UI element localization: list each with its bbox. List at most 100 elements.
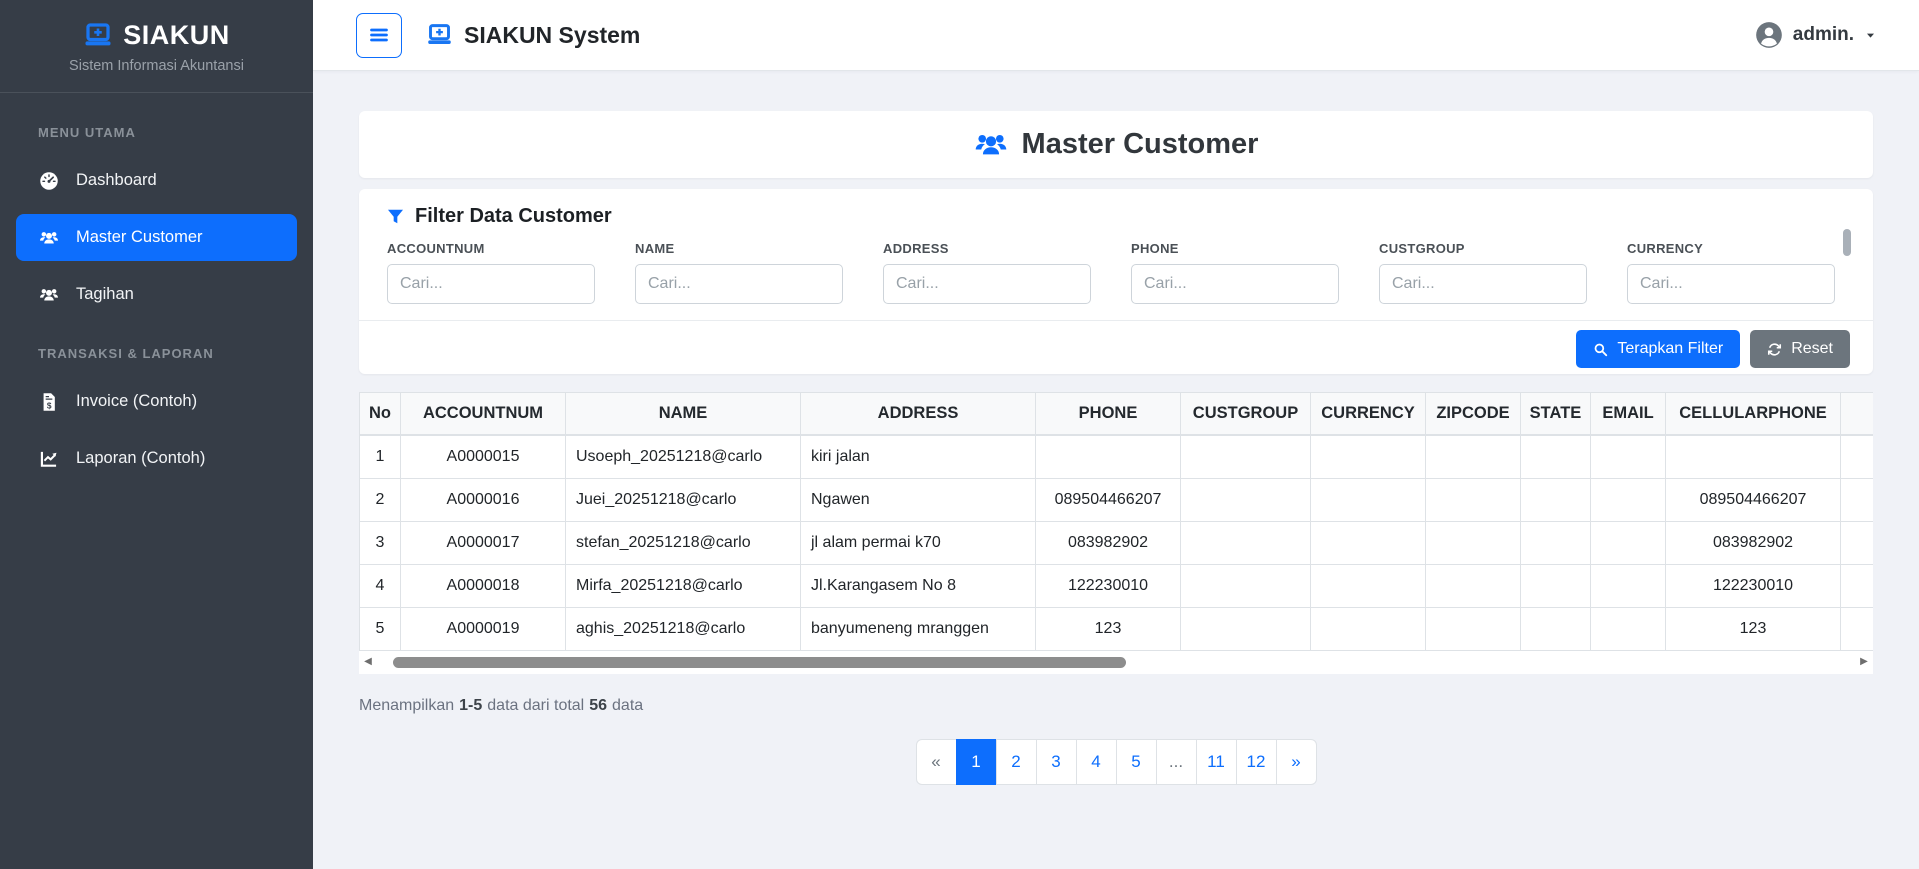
scroll-right-arrow-icon[interactable]: ▶ [1857, 656, 1871, 668]
filter-field-label: PHONE [1131, 241, 1339, 256]
sidebar-item-laporan-contoh[interactable]: Laporan (Contoh) [16, 435, 297, 482]
filter-field-label: NAME [635, 241, 843, 256]
pagination-page-12[interactable]: 12 [1236, 739, 1277, 785]
navbar-title: SIAKUN System [464, 22, 640, 49]
pagination-page-1[interactable]: 1 [956, 739, 997, 785]
table-cell [1181, 565, 1311, 608]
laptop-medical-icon [426, 22, 453, 49]
page-title-card: Master Customer [359, 111, 1873, 178]
column-header-zipcode: ZIPCODE [1426, 393, 1521, 436]
pagination-next[interactable]: » [1276, 739, 1317, 785]
pagination-page-2[interactable]: 2 [996, 739, 1037, 785]
pagination-page-4[interactable]: 4 [1076, 739, 1117, 785]
user-menu[interactable]: admin. [1755, 21, 1877, 49]
filter-input-custgroup[interactable] [1379, 264, 1587, 304]
table-cell [1426, 435, 1521, 479]
column-header-phone: PHONE [1036, 393, 1181, 436]
table-cell: Jl.Karangasem No 8 [801, 565, 1036, 608]
table-cell [1426, 565, 1521, 608]
table-cell [1841, 479, 1874, 522]
pagination-page-5[interactable]: 5 [1116, 739, 1157, 785]
navbar-brand[interactable]: SIAKUN System [426, 22, 640, 49]
sidebar-brand[interactable]: SIAKUN Sistem Informasi Akuntansi [0, 0, 313, 93]
table-cell [1311, 565, 1426, 608]
filter-input-name[interactable] [635, 264, 843, 304]
summary-suffix: data [612, 697, 643, 715]
table-cell [1311, 522, 1426, 565]
reset-filter-button[interactable]: Reset [1750, 330, 1850, 368]
table-cell [1426, 522, 1521, 565]
summary-prefix: Menampilkan [359, 697, 454, 715]
users-icon [38, 228, 60, 248]
table-row: 4A0000018Mirfa_20251218@carloJl.Karangas… [360, 565, 1874, 608]
filter-field-label: ADDRESS [883, 241, 1091, 256]
filter-field-currency: CURRENCY [1627, 241, 1835, 304]
sidebar-item-label: Laporan (Contoh) [76, 449, 205, 468]
hamburger-icon [367, 23, 391, 47]
reset-filter-label: Reset [1791, 340, 1833, 358]
table-cell: 1 [360, 435, 401, 479]
table-cell [1181, 479, 1311, 522]
pagination: «12345...1112» [916, 739, 1317, 785]
scroll-left-arrow-icon[interactable]: ◀ [361, 656, 375, 668]
table-cell [1591, 522, 1666, 565]
sidebar-item-invoice-contoh[interactable]: $Invoice (Contoh) [16, 378, 297, 425]
table-cell: 123 [1036, 608, 1181, 651]
filter-input-phone[interactable] [1131, 264, 1339, 304]
table-cell: 3 [360, 522, 401, 565]
pagination-wrap: «12345...1112» [359, 739, 1873, 785]
table-cell: stefan_20251218@carlo [566, 522, 801, 565]
table-horizontal-scrollbar[interactable]: ◀ ▶ [359, 651, 1873, 674]
search-icon [1593, 342, 1608, 357]
apply-filter-label: Terapkan Filter [1617, 340, 1723, 358]
sidebar-item-dashboard[interactable]: Dashboard [16, 157, 297, 204]
user-name: admin. [1793, 24, 1854, 46]
page-content: Master Customer Filter Data Customer ACC… [313, 71, 1919, 785]
sidebar-item-master-customer[interactable]: Master Customer [16, 214, 297, 261]
table-cell: 083982902 [1036, 522, 1181, 565]
user-circle-icon [1755, 21, 1783, 49]
filter-vertical-scrollbar[interactable] [1843, 229, 1851, 256]
pagination-prev[interactable]: « [916, 739, 957, 785]
sidebar-item-tagihan[interactable]: Tagihan [16, 271, 297, 318]
table-cell: 5 [360, 608, 401, 651]
table-cell: 2 [360, 479, 401, 522]
filter-input-address[interactable] [883, 264, 1091, 304]
table-cell: 089504466207 [1036, 479, 1181, 522]
scrollbar-track[interactable] [375, 657, 1857, 668]
scrollbar-thumb[interactable] [393, 657, 1127, 668]
users-icon [38, 285, 60, 305]
filter-input-currency[interactable] [1627, 264, 1835, 304]
table-cell [1181, 435, 1311, 479]
sidebar-toggle-button[interactable] [356, 13, 402, 58]
laptop-medical-icon [83, 21, 113, 51]
table-cell [1591, 479, 1666, 522]
pagination-page-3[interactable]: 3 [1036, 739, 1077, 785]
filter-field-address: ADDRESS [883, 241, 1091, 304]
apply-filter-button[interactable]: Terapkan Filter [1576, 330, 1740, 368]
column-header-no: No [360, 393, 401, 436]
table-cell: Mirfa_20251218@carlo [566, 565, 801, 608]
table-cell [1591, 565, 1666, 608]
filter-field-custgroup: CUSTGROUP [1379, 241, 1587, 304]
filter-header: Filter Data Customer [359, 189, 1873, 228]
column-header-name: NAME [566, 393, 801, 436]
filter-heading: Filter Data Customer [415, 205, 612, 228]
column-header-accountnum: ACCOUNTNUM [401, 393, 566, 436]
table-cell: Ngawen [801, 479, 1036, 522]
svg-text:$: $ [47, 400, 52, 410]
filter-field-label: CURRENCY [1627, 241, 1835, 256]
gauge-icon [38, 171, 60, 191]
table-cell [1036, 435, 1181, 479]
summary-total: 56 [589, 697, 607, 715]
table-cell: A0000018 [401, 565, 566, 608]
table-cell: A0000017 [401, 522, 566, 565]
pagination-page-11[interactable]: 11 [1196, 739, 1237, 785]
summary-range: 1-5 [459, 697, 482, 715]
brand-title: SIAKUN [123, 20, 230, 51]
table-cell [1841, 435, 1874, 479]
filter-input-accountnum[interactable] [387, 264, 595, 304]
table-row: 1A0000015Usoeph_20251218@carlokiri jalan [360, 435, 1874, 479]
sidebar-menu: MENU UTAMADashboardMaster CustomerTagiha… [0, 93, 313, 482]
table-cell [1181, 608, 1311, 651]
